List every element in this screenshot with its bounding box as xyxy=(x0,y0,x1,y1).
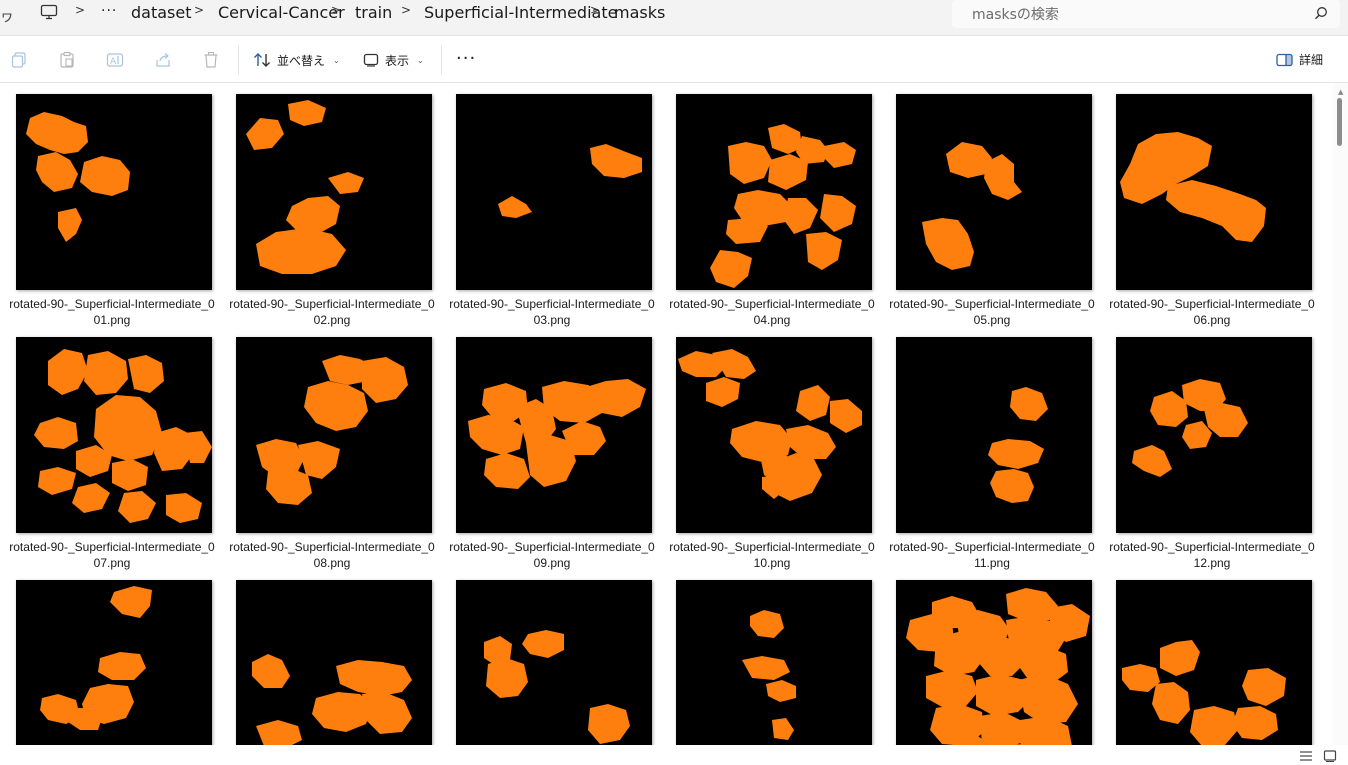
file-thumbnail xyxy=(236,337,432,533)
paste-icon[interactable] xyxy=(58,51,76,69)
details-pane-icon xyxy=(1276,53,1293,66)
file-name: rotated-90-_Superficial-Intermediate_0 0… xyxy=(229,297,435,327)
search-input[interactable]: masksの検索 xyxy=(952,0,1340,28)
file-name: rotated-90-_Superficial-Intermediate_0 0… xyxy=(449,540,655,570)
file-name: rotated-90-_Superficial-Intermediate_0 1… xyxy=(1109,540,1315,570)
copy-icon[interactable] xyxy=(10,51,28,69)
sort-icon xyxy=(254,53,270,67)
chevron-right-icon[interactable]: > xyxy=(401,3,411,17)
scrollbar-thumb[interactable] xyxy=(1337,98,1342,146)
more-options-button[interactable]: ··· xyxy=(456,48,476,69)
breadcrumb-dataset[interactable]: dataset xyxy=(131,3,192,22)
file-thumbnail xyxy=(1116,337,1312,533)
view-button[interactable]: 表示 ⌄ xyxy=(363,48,424,72)
file-name: rotated-90-_Superficial-Intermediate_0 0… xyxy=(229,540,435,570)
file-thumbnail xyxy=(896,580,1092,745)
search-placeholder: masksの検索 xyxy=(972,7,1059,23)
file-name: rotated-90-_Superficial-Intermediate_0 0… xyxy=(9,540,215,570)
details-pane-button[interactable]: 詳細 xyxy=(1276,51,1323,68)
view-label: 表示 xyxy=(385,53,410,68)
breadcrumb-masks[interactable]: masks xyxy=(614,3,665,22)
delete-icon[interactable] xyxy=(202,51,220,69)
chevron-down-icon: ⌄ xyxy=(417,55,424,65)
toolbar-separator xyxy=(238,45,239,75)
file-thumbnail xyxy=(1116,580,1312,745)
status-bar xyxy=(0,745,1348,765)
file-name: rotated-90-_Superficial-Intermediate_0 1… xyxy=(669,540,875,570)
sort-button[interactable]: 並べ替え ⌄ xyxy=(253,48,340,72)
command-bar: A 並べ替え ⌄ 表示 ⌄ ··· 詳細 xyxy=(0,37,1348,83)
file-thumbnail xyxy=(16,337,212,533)
chevron-right-icon[interactable]: > xyxy=(590,3,600,17)
file-thumbnail xyxy=(676,337,872,533)
toolbar-separator xyxy=(441,45,442,75)
rename-icon[interactable]: A xyxy=(106,51,124,69)
file-thumbnail xyxy=(676,580,872,745)
file-thumbnail xyxy=(896,337,1092,533)
file-thumbnail xyxy=(1116,94,1312,290)
file-thumbnail xyxy=(16,580,212,745)
file-name: rotated-90-_Superficial-Intermediate_0 0… xyxy=(889,297,1095,327)
file-grid: rotated-90-_Superficial-Intermediate_0 0… xyxy=(0,83,1333,745)
breadcrumb-train[interactable]: train xyxy=(355,3,392,22)
file-name: rotated-90-_Superficial-Intermediate_0 0… xyxy=(9,297,215,327)
scroll-up-arrow-icon[interactable]: ▲ xyxy=(1338,88,1343,96)
this-pc-icon[interactable] xyxy=(40,4,58,20)
file-name: rotated-90-_Superficial-Intermediate_0 0… xyxy=(669,297,875,327)
chevron-down-icon: ⌄ xyxy=(333,55,340,65)
file-thumbnail xyxy=(16,94,212,290)
svg-text:A: A xyxy=(110,57,117,67)
vertical-scrollbar[interactable] xyxy=(1333,83,1348,745)
chevron-right-icon[interactable]: > xyxy=(75,3,85,17)
chevron-right-icon[interactable]: > xyxy=(194,3,204,17)
breadcrumb-superficial-intermediate[interactable]: Superficial-Intermediate xyxy=(424,3,617,22)
file-thumbnail xyxy=(236,580,432,745)
file-thumbnail xyxy=(456,94,652,290)
large-icons-view-icon[interactable] xyxy=(1323,750,1337,762)
file-thumbnail xyxy=(676,94,872,290)
details-label: 詳細 xyxy=(1299,53,1324,67)
file-thumbnail xyxy=(456,580,652,745)
details-view-icon[interactable] xyxy=(1299,750,1313,762)
hidden-crumbs-button[interactable]: ··· xyxy=(101,3,117,19)
file-name: rotated-90-_Superficial-Intermediate_0 0… xyxy=(449,297,655,327)
file-name: rotated-90-_Superficial-Intermediate_0 0… xyxy=(1109,297,1315,327)
file-thumbnail xyxy=(456,337,652,533)
file-thumbnail xyxy=(896,94,1092,290)
address-bar: ヮ > ··· > dataset Cervical-Cancer > trai… xyxy=(0,0,1348,36)
file-name: rotated-90-_Superficial-Intermediate_0 1… xyxy=(889,540,1095,570)
sort-label: 並べ替え xyxy=(277,53,326,68)
nav-edge-glyph: ヮ xyxy=(0,9,14,25)
breadcrumb-cervical-cancer[interactable]: Cervical-Cancer xyxy=(218,3,345,22)
share-icon[interactable] xyxy=(154,51,172,69)
view-icon xyxy=(363,53,379,67)
search-icon[interactable] xyxy=(1314,6,1328,20)
file-thumbnail xyxy=(236,94,432,290)
chevron-right-icon[interactable]: > xyxy=(331,3,341,17)
